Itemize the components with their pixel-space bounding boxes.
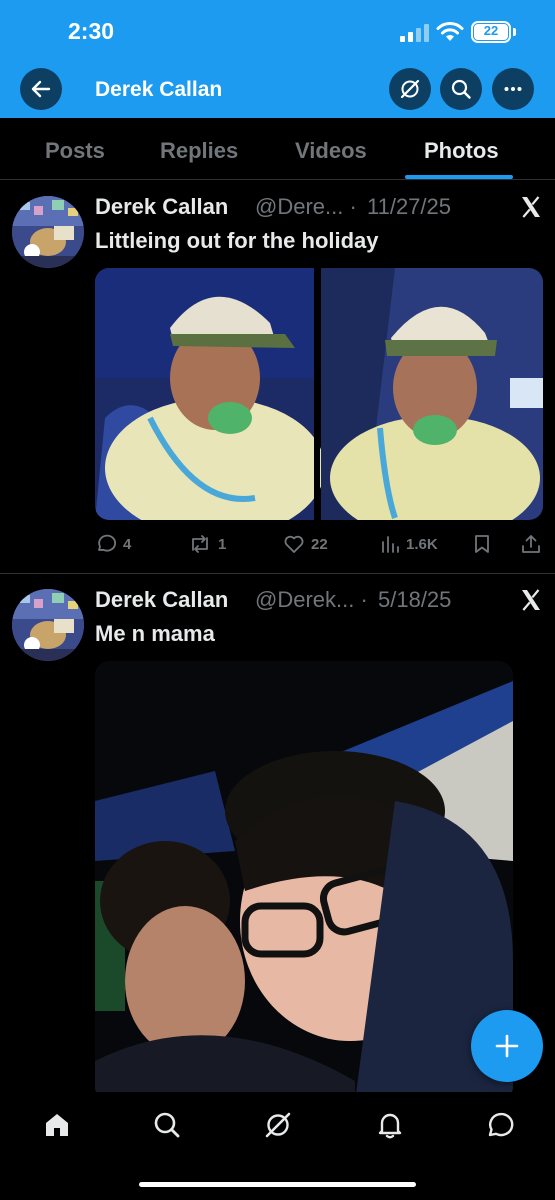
tab-replies[interactable]: Replies — [160, 138, 238, 164]
more-icon — [504, 87, 522, 91]
profile-tabs: Posts Replies Videos Photos — [0, 118, 555, 180]
notifications-icon[interactable] — [375, 1110, 405, 1140]
page-title: Derek Callan — [95, 78, 223, 101]
post[interactable]: Derek Callan @Derek... · 5/18/25 Me n ma… — [0, 574, 555, 1101]
back-button[interactable] — [20, 68, 62, 110]
reply-count: 4 — [123, 535, 132, 553]
post-media-grid[interactable] — [95, 268, 543, 520]
post-photos — [95, 268, 543, 520]
post-text: Me n mama — [95, 621, 215, 646]
repost-icon — [192, 535, 208, 553]
share-icon — [522, 535, 540, 553]
repost-count: 1 — [218, 535, 227, 553]
avatar[interactable] — [12, 196, 84, 268]
avatar[interactable] — [12, 589, 84, 661]
status-time: 2:30 — [68, 18, 115, 44]
analytics-icon — [382, 536, 399, 553]
author-name[interactable]: Derek Callan — [95, 194, 228, 220]
share-button[interactable] — [520, 533, 542, 555]
search-icon — [451, 79, 471, 99]
post-text: Littleing out for the holiday — [95, 228, 379, 253]
x-logo-icon[interactable] — [519, 588, 543, 612]
active-tab-indicator — [405, 175, 513, 179]
top-bar: 2:30 22 Derek Callan — [0, 0, 555, 118]
like-count: 22 — [311, 535, 328, 553]
messages-icon[interactable] — [485, 1110, 515, 1140]
x-logo-icon[interactable] — [519, 195, 543, 219]
author-handle[interactable]: @Derek... · — [255, 587, 368, 613]
home-icon[interactable] — [42, 1110, 72, 1140]
plus-icon — [495, 1034, 519, 1058]
grok-icon — [400, 79, 420, 99]
reply-icon — [98, 534, 117, 552]
more-options-button[interactable] — [492, 68, 534, 110]
author-name[interactable]: Derek Callan — [95, 587, 228, 613]
reply-button[interactable]: 4 — [95, 533, 131, 555]
post-date[interactable]: 5/18/25 — [378, 587, 451, 613]
cellular-signal-icon — [400, 24, 429, 42]
view-count: 1.6K — [406, 535, 438, 553]
search-icon[interactable] — [152, 1110, 182, 1140]
arrow-left-icon — [31, 80, 51, 98]
home-indicator — [139, 1182, 416, 1187]
post-image — [95, 661, 513, 1101]
heart-icon — [284, 535, 304, 553]
tab-posts[interactable]: Posts — [45, 138, 105, 164]
views-button[interactable]: 1.6K — [380, 533, 438, 555]
battery-tip — [513, 28, 516, 36]
author-handle[interactable]: @Dere... · — [255, 194, 357, 220]
wifi-icon — [436, 22, 464, 41]
post[interactable]: Derek Callan @Dere... · 11/27/25 Littlei… — [0, 181, 555, 573]
post-photo[interactable] — [95, 661, 513, 1101]
grok-icon[interactable] — [263, 1110, 293, 1140]
compose-button[interactable] — [471, 1010, 543, 1082]
tab-videos[interactable]: Videos — [295, 138, 367, 164]
repost-button[interactable]: 1 — [188, 533, 226, 555]
battery-indicator: 22 — [471, 21, 511, 43]
bookmark-icon — [475, 535, 489, 553]
bookmark-button[interactable] — [472, 533, 492, 555]
battery-level: 22 — [474, 24, 508, 40]
like-button[interactable]: 22 — [283, 533, 328, 555]
grok-button[interactable] — [389, 68, 431, 110]
search-button[interactable] — [440, 68, 482, 110]
post-date[interactable]: 11/27/25 — [367, 194, 451, 220]
tab-photos[interactable]: Photos — [424, 138, 499, 164]
